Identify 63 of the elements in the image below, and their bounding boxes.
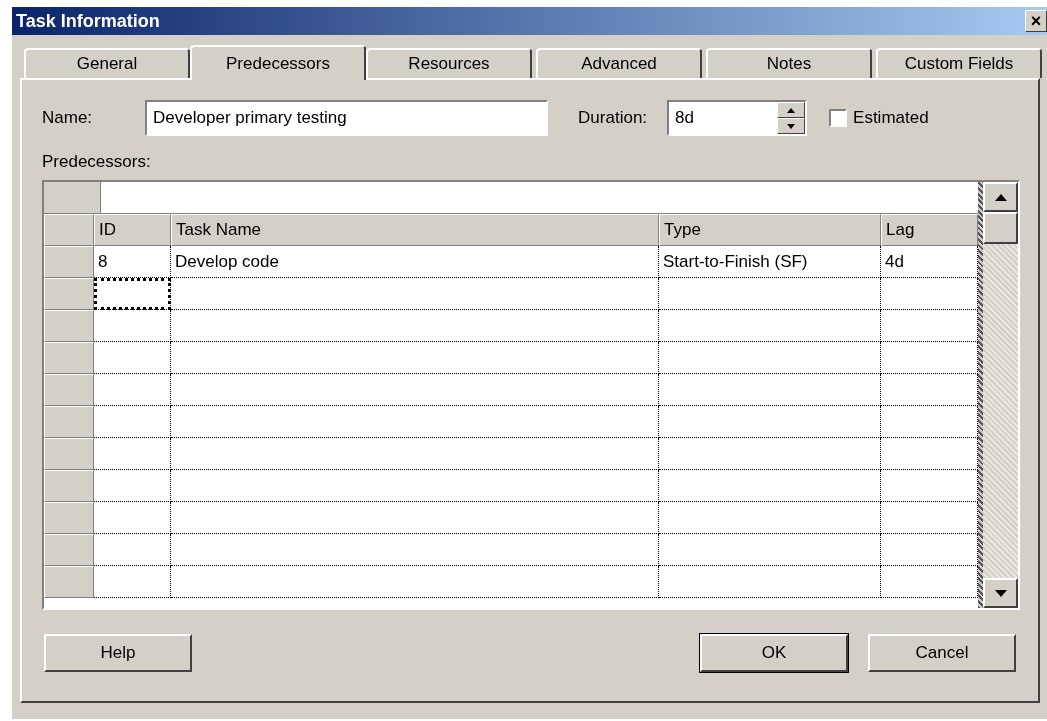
scrollbar[interactable] xyxy=(983,182,1018,608)
scroll-up-icon[interactable] xyxy=(983,182,1018,212)
column-header[interactable]: Task Name xyxy=(171,214,659,246)
empty-cell[interactable] xyxy=(659,406,881,438)
window-title: Task Information xyxy=(16,10,160,32)
column-header[interactable]: Type xyxy=(659,214,881,246)
row-header[interactable] xyxy=(44,374,94,406)
table-cell: Start-to-Finish (SF) xyxy=(659,246,881,278)
scroll-down-icon[interactable] xyxy=(983,578,1018,608)
empty-cell[interactable] xyxy=(171,278,659,310)
tab[interactable]: Predecessors xyxy=(190,45,366,80)
row-header[interactable] xyxy=(44,566,94,598)
empty-cell[interactable] xyxy=(171,310,659,342)
row-header[interactable] xyxy=(44,534,94,566)
spin-buttons-icon[interactable] xyxy=(777,102,806,134)
tab[interactable]: Advanced xyxy=(536,48,702,78)
corner-cell xyxy=(44,214,94,246)
empty-cell[interactable] xyxy=(659,342,881,374)
empty-cell[interactable] xyxy=(659,278,881,310)
name-label: Name: xyxy=(42,108,93,128)
row-header[interactable] xyxy=(44,438,94,470)
column-header[interactable]: ID xyxy=(94,214,171,246)
table-cell: Develop code xyxy=(171,246,659,278)
empty-cell[interactable] xyxy=(171,438,659,470)
empty-cell[interactable] xyxy=(659,438,881,470)
empty-cell[interactable] xyxy=(659,566,881,598)
empty-cell[interactable] xyxy=(171,342,659,374)
tab[interactable]: Resources xyxy=(366,48,532,78)
default-button[interactable]: OK xyxy=(700,634,848,672)
empty-cell[interactable] xyxy=(659,534,881,566)
row-header[interactable] xyxy=(44,278,94,310)
empty-cell[interactable] xyxy=(659,310,881,342)
tab[interactable]: Custom Fields xyxy=(876,48,1042,78)
cancel-button[interactable]: Cancel xyxy=(868,634,1016,672)
duration-field[interactable]: 8d xyxy=(667,100,808,136)
table-cell: 8 xyxy=(94,246,171,278)
row-header[interactable] xyxy=(44,406,94,438)
help-button[interactable]: Help xyxy=(44,634,192,672)
estimated-label: Estimated xyxy=(853,108,929,128)
empty-cell[interactable] xyxy=(171,534,659,566)
row-header[interactable] xyxy=(44,342,94,374)
empty-cell[interactable] xyxy=(171,406,659,438)
empty-cell[interactable] xyxy=(659,470,881,502)
empty-cell[interactable] xyxy=(659,502,881,534)
empty-cell[interactable] xyxy=(171,470,659,502)
tab[interactable]: Notes xyxy=(706,48,872,78)
column-header[interactable]: Lag xyxy=(881,214,978,246)
tab[interactable]: General xyxy=(24,48,190,78)
predecessors-label: Predecessors: xyxy=(42,152,152,172)
row-header[interactable] xyxy=(44,246,94,278)
splitter-bar[interactable] xyxy=(978,182,984,608)
empty-cell[interactable] xyxy=(171,374,659,406)
estimated-checkbox[interactable] xyxy=(829,109,848,127)
row-header[interactable] xyxy=(44,470,94,502)
empty-cell[interactable] xyxy=(171,502,659,534)
duration-label: Duration: xyxy=(578,108,648,128)
name-field[interactable]: Developer primary testing xyxy=(145,100,549,136)
empty-cell[interactable] xyxy=(659,374,881,406)
row-header[interactable] xyxy=(44,502,94,534)
row-header[interactable] xyxy=(44,310,94,342)
empty-cell[interactable] xyxy=(171,566,659,598)
close-button[interactable]: × xyxy=(1025,10,1047,32)
scroll-thumb[interactable] xyxy=(983,212,1018,244)
